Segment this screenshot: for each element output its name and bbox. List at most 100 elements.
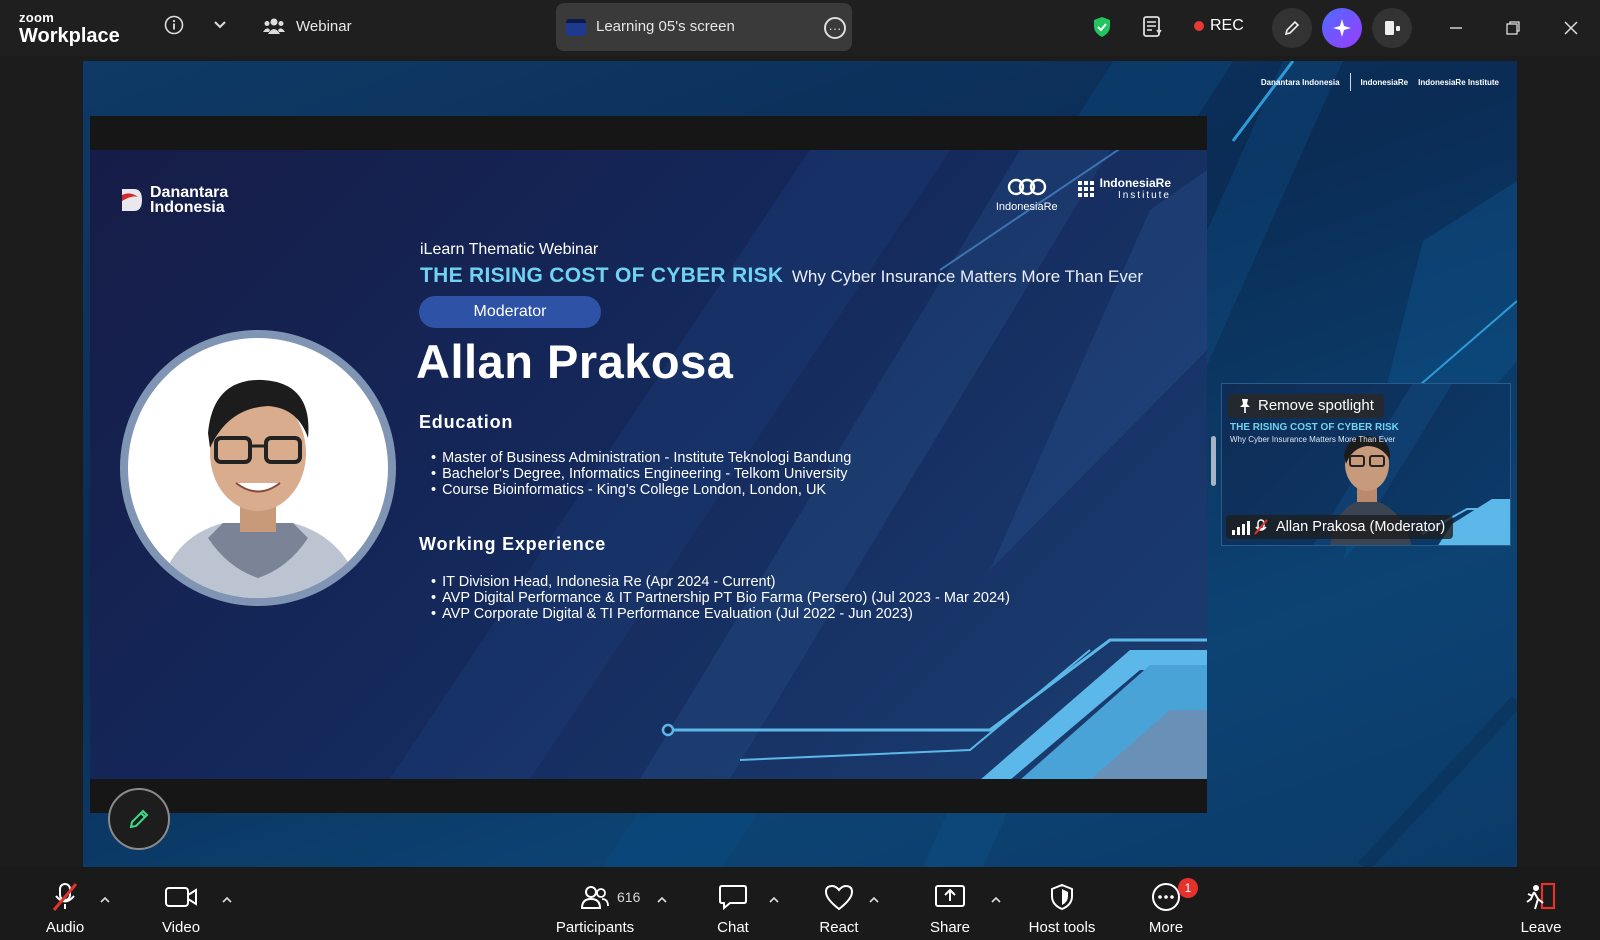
recording-indicator[interactable]: REC [1194,17,1244,35]
transcript-icon[interactable] [1141,14,1165,40]
presentation-slide: Danantara Indonesia IndonesiaRe Indonesi… [90,150,1207,779]
list-item: Course Bioinformatics - King's College L… [431,482,851,498]
screen-share-indicator[interactable]: Learning 05's screen ··· [556,3,852,51]
danantara-mark-icon [120,187,142,213]
webinar-icon [262,15,286,37]
brand-bottom: Workplace [19,25,120,47]
chevron-down-icon[interactable] [210,16,230,34]
shield-icon [1049,877,1075,917]
pencil-icon [129,809,149,829]
spotlight-video-tile[interactable]: THE RISING COST OF CYBER RISK Why Cyber … [1221,383,1511,546]
host-tools-label: Host tools [1028,919,1096,936]
tile-slide-subtitle: Why Cyber Insurance Matters More Than Ev… [1230,435,1396,444]
close-icon[interactable] [1561,18,1581,38]
indonesiare-name: IndonesiaRe [995,201,1058,214]
heart-icon [823,877,855,917]
institute-grid-icon [1077,180,1094,197]
webinar-subtitle: Why Cyber Insurance Matters More Than Ev… [791,267,1144,286]
rec-label: REC [1210,17,1244,34]
title-bar: zoom Workplace Webinar Learning 05's scr… [0,0,1600,56]
share-label: Learning 05's screen [596,18,735,35]
signal-strength-icon [1232,521,1250,535]
list-item: AVP Digital Performance & IT Partnership… [431,590,1010,606]
webinar-headline: THE RISING COST OF CYBER RISK Why Cyber … [420,264,1143,288]
sparkle-icon [1333,19,1351,37]
participant-name: Allan Prakosa (Moderator) [1276,519,1446,535]
speaker-photo-frame [120,330,396,606]
meeting-type-label: Webinar [296,18,352,35]
ai-companion-button[interactable] [1322,8,1362,48]
stage-logo-institute: IndonesiaRe Institute [1418,77,1499,87]
participants-count: 616 [617,889,641,905]
stage-logo-danantara: Danantara Indonesia [1260,77,1340,87]
video-button[interactable]: Video [154,867,208,940]
host-tools-button[interactable]: Host tools [1024,867,1100,940]
participant-name-tag: Allan Prakosa (Moderator) [1226,515,1454,539]
chat-bubble-icon [718,877,748,917]
role-badge: Moderator [419,296,601,328]
react-options-chevron-icon[interactable] [867,892,881,906]
indonesiare-logos: IndonesiaRe IndonesiaRe Institute [996,176,1171,213]
education-list: Master of Business Administration - Inst… [431,450,851,498]
stage-logo-indonesiare: IndonesiaRe [1360,77,1409,87]
muted-mic-icon [50,877,80,917]
apps-button[interactable] [1372,8,1412,48]
annotation-pen-button[interactable] [108,788,170,850]
chat-label: Chat [717,919,749,936]
notification-badge: 1 [1178,878,1198,898]
list-item: AVP Corporate Digital & TI Performance E… [431,606,1010,622]
danantara-logo: Danantara Indonesia [120,184,229,217]
indonesiare-logo: IndonesiaRe [996,176,1058,213]
audio-button[interactable]: Audio [38,867,92,940]
info-icon[interactable] [163,14,185,36]
slide-letterbox-top [90,116,1207,150]
webinar-title: THE RISING COST OF CYBER RISK [420,264,784,287]
audio-options-chevron-icon[interactable] [98,892,112,906]
education-heading: Education [419,412,514,432]
pin-icon [1238,398,1252,422]
list-item: Bachelor's Degree, Informatics Engineeri… [431,466,851,482]
brand-top: zoom [19,10,55,25]
panel-resize-handle[interactable] [1211,436,1216,486]
chat-button[interactable]: Chat [712,867,754,940]
react-label: React [819,919,859,936]
muted-mic-icon [1253,518,1269,544]
more-dots-icon [1151,877,1181,917]
meeting-controls-bar: Audio Video Participants 616 Chat React [0,867,1600,940]
recording-dot-icon [1194,21,1204,31]
tile-slide-title: THE RISING COST OF CYBER RISK [1230,422,1399,433]
list-item: Master of Business Administration - Inst… [431,450,851,466]
security-shield-icon[interactable] [1091,15,1113,39]
institute-line1: IndonesiaRe [1099,176,1171,190]
more-button[interactable]: More [1144,867,1188,940]
stage-top-logos: Danantara Indonesia IndonesiaRe Indonesi… [1261,73,1499,91]
remove-spotlight-label: Remove spotlight [1258,397,1374,414]
video-options-chevron-icon[interactable] [220,892,234,906]
restore-icon[interactable] [1503,18,1523,38]
zoom-workplace-logo: zoom Workplace [19,11,120,46]
remove-spotlight-button[interactable]: Remove spotlight [1228,394,1384,418]
pencil-icon [1284,20,1300,36]
minimize-icon[interactable] [1446,18,1466,38]
share-options-chevron-icon[interactable] [989,892,1003,906]
annotate-button[interactable] [1272,8,1312,48]
slide-letterbox-bottom [90,779,1207,813]
list-item: IT Division Head, Indonesia Re (Apr 2024… [431,574,1010,590]
video-camera-icon [164,877,198,917]
experience-heading: Working Experience [419,534,607,554]
leave-button[interactable]: Leave [1516,867,1566,940]
participants-label: Participants [555,919,635,936]
more-label: More [1148,919,1184,936]
share-button[interactable]: Share [925,867,975,940]
org-name-line1: Danantara [150,184,229,201]
participants-options-chevron-icon[interactable] [655,892,669,906]
org-name-line2: Indonesia [150,199,225,217]
chat-options-chevron-icon[interactable] [767,892,781,906]
webinar-kicker: iLearn Thematic Webinar [420,241,599,258]
react-button[interactable]: React [816,867,862,940]
experience-list: IT Division Head, Indonesia Re (Apr 2024… [431,574,1010,622]
institute-line2: Institute [1117,190,1171,201]
more-options-icon[interactable]: ··· [824,17,846,39]
speaker-photo [128,338,388,598]
indonesiare-rings-icon [1007,178,1046,196]
